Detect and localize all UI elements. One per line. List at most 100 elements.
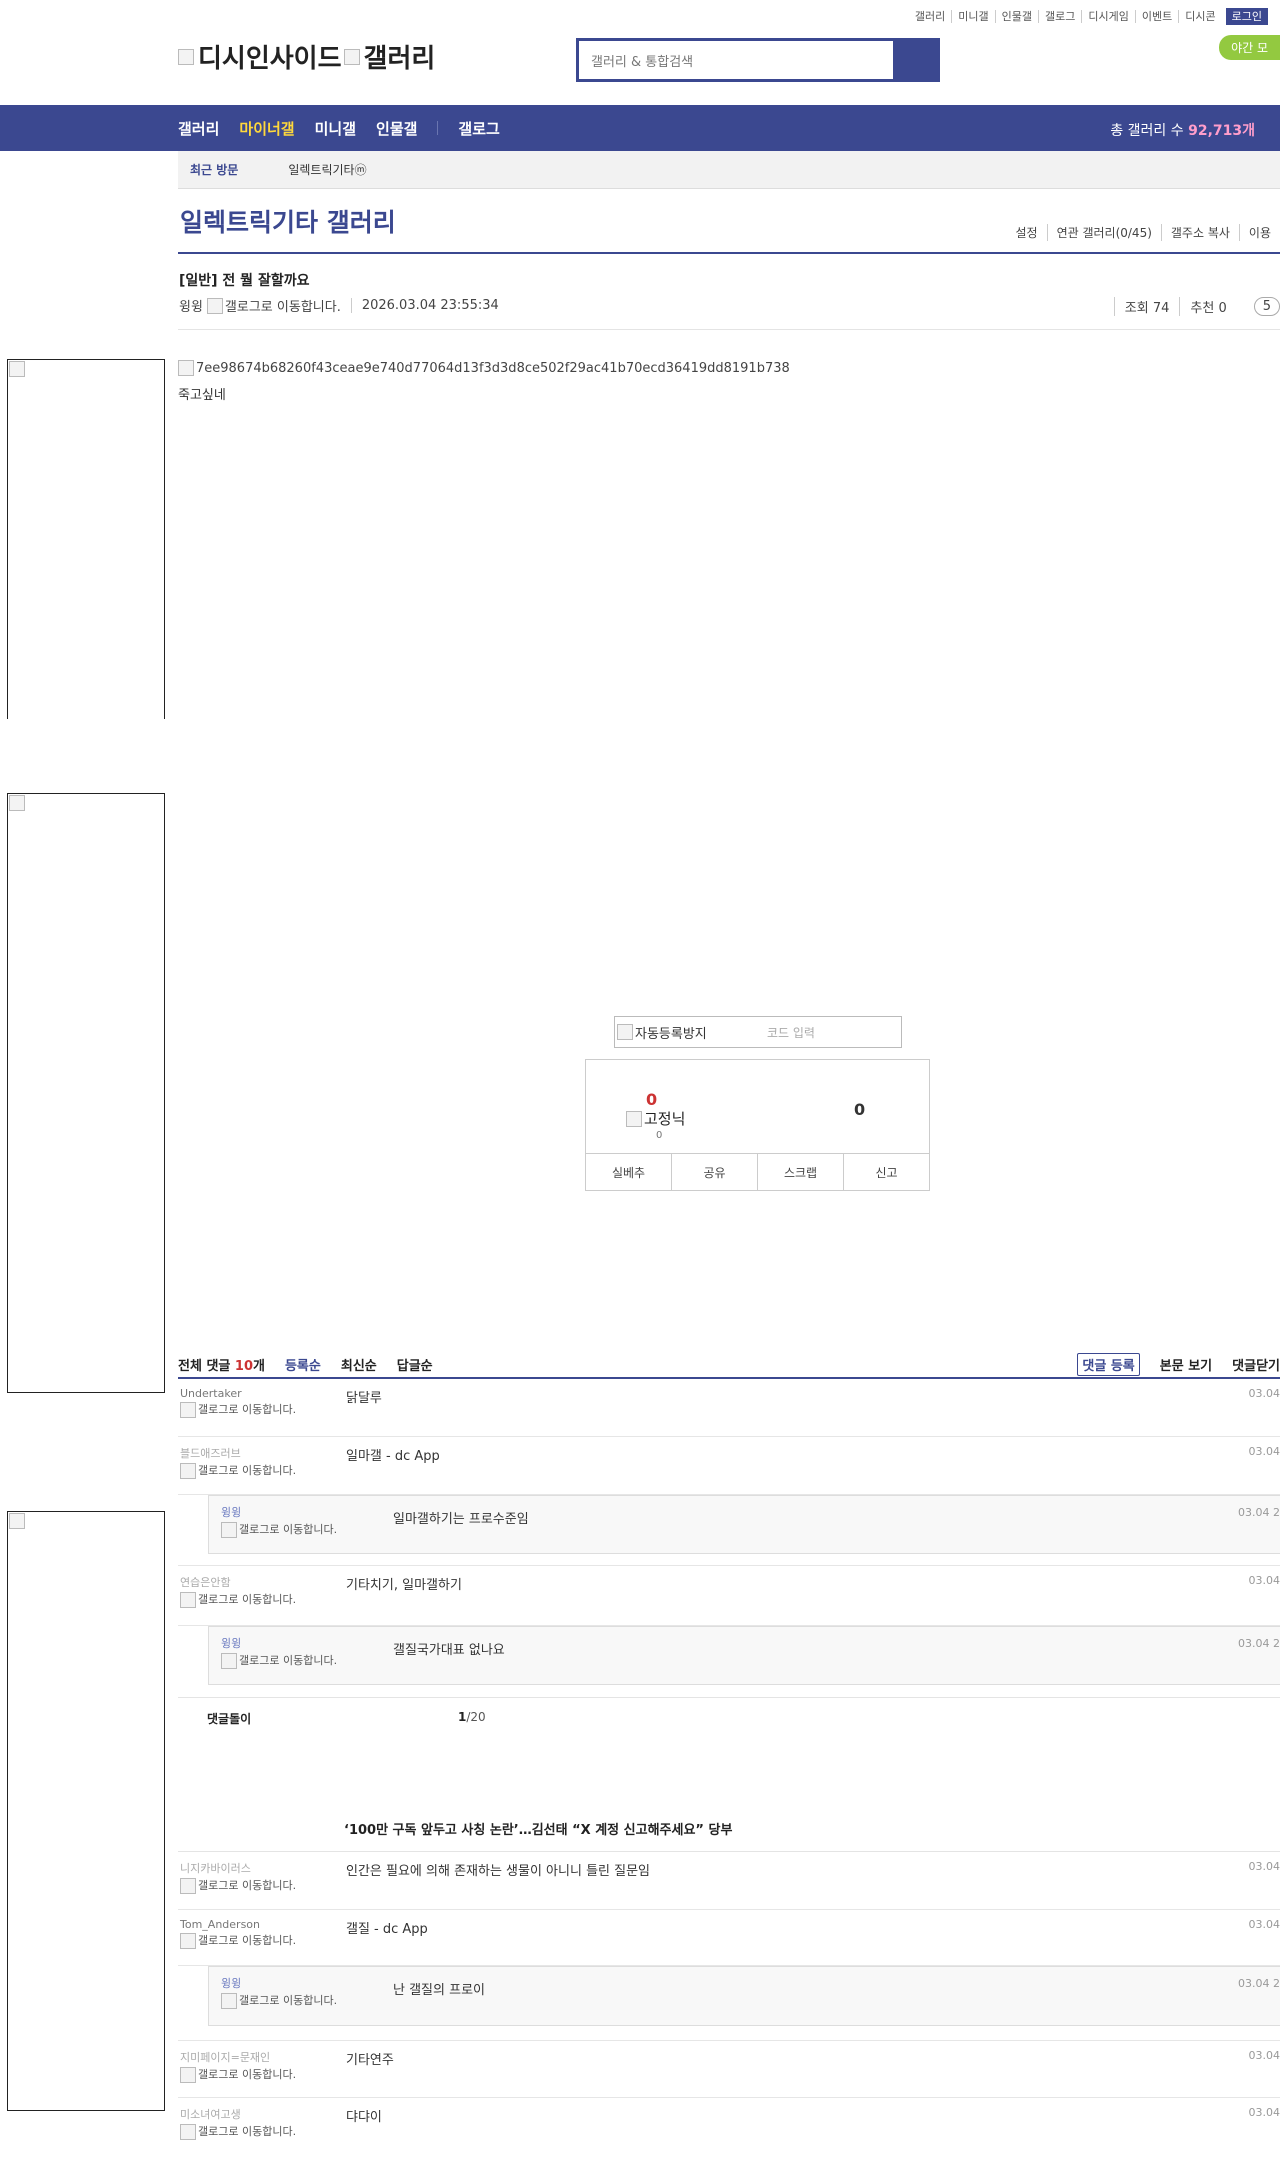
comment-count-pill[interactable]: 5 (1253, 297, 1280, 316)
reply-nick-text[interactable]: 윙윙 (221, 1637, 241, 1650)
reply-nick[interactable]: 윙윙갤로그로 이동합니다. (221, 1635, 337, 1669)
share-button[interactable]: 공유 (671, 1154, 757, 1190)
night-mode-toggle[interactable]: 야간 모 (1219, 35, 1280, 60)
post-body: 죽고싶네 (178, 388, 226, 403)
top-nav-persongal[interactable]: 인물갤 (994, 10, 1039, 23)
broken-image-icon (9, 361, 25, 377)
post-meta: 윙윙 갤로그로 이동합니다. 2026.03.04 23:55:34 (179, 296, 499, 315)
gallog-badge[interactable]: 갤로그로 이동합니다. (180, 1933, 296, 1949)
gallog-badge-text: 갤로그로 이동합니다. (239, 1523, 338, 1536)
gallog-badge[interactable]: 갤로그로 이동합니다. (180, 1463, 296, 1479)
downvote-count[interactable]: 0 (854, 1100, 865, 1119)
side-ad-2[interactable] (7, 793, 165, 1393)
comment-nick-text[interactable]: 연습은안함 (180, 1576, 231, 1589)
gnb-gallog[interactable]: 갤로그 (458, 118, 499, 139)
gnb-minor-gallery[interactable]: 마이너갤 (239, 118, 294, 139)
broken-image-icon (617, 1024, 633, 1040)
comment-total-unit: 개 (253, 1358, 265, 1374)
fixed-nick-upvote[interactable]: 고정닉 (626, 1108, 685, 1129)
report-button[interactable]: 신고 (843, 1154, 929, 1190)
comment-item: 지미페이지=문재인 갤로그로 이동합니다. 기타연주 03.04 (178, 2040, 1280, 2098)
comment-nick[interactable]: 지미페이지=문재인갤로그로 이동합니다. (180, 2049, 296, 2083)
comment-nick[interactable]: 니지카바이러스갤로그로 이동합니다. (180, 1860, 296, 1894)
gallog-badge[interactable]: 갤로그로 이동합니다. (225, 296, 341, 315)
captcha-input[interactable]: 코드 입력 (767, 1024, 815, 1041)
broken-image-icon (180, 2067, 196, 2083)
comment-paging: 1/20 (458, 1710, 486, 1724)
top-nav-dccon[interactable]: 디시콘 (1178, 10, 1222, 23)
side-ad-3[interactable] (7, 1511, 165, 2111)
top-nav-event[interactable]: 이벤트 (1134, 10, 1179, 23)
top-nav-minigal[interactable]: 미니갤 (951, 10, 995, 23)
side-ad-1[interactable] (7, 359, 165, 719)
gallog-badge[interactable]: 갤로그로 이동합니다. (180, 2124, 296, 2140)
comment-register-button[interactable]: 댓글 등록 (1077, 1352, 1140, 1376)
comments-header: 전체 댓글 10개 등록순 최신순 답글순 댓글 등록 본문 보기 댓글닫기 (178, 1350, 1280, 1378)
broken-image-icon (180, 1592, 196, 1608)
comment-nick[interactable]: 미소녀여고생갤로그로 이동합니다. (180, 2106, 296, 2140)
usage-link[interactable]: 이용 (1238, 224, 1280, 241)
gallog-badge[interactable]: 갤로그로 이동합니다. (180, 1592, 296, 1608)
recent-visit-bar: 최근 방문 일렉트릭기타ⓜ (178, 151, 1280, 189)
comment-nick[interactable]: Undertaker 갤로그로 이동합니다. (180, 1387, 296, 1418)
close-comments-button[interactable]: 댓글닫기 (1232, 1355, 1280, 1374)
gallog-badge-text: 갤로그로 이동합니다. (198, 1879, 297, 1892)
gallery-count: 총 갤러리 수 92,713개 (1110, 120, 1255, 140)
comment-nick-text[interactable]: Undertaker (180, 1387, 242, 1400)
reply-nick-text[interactable]: 윙윙 (221, 1506, 241, 1519)
view-body-button[interactable]: 본문 보기 (1160, 1355, 1212, 1374)
top-nav-dcgame[interactable]: 디시게임 (1081, 10, 1135, 23)
reply-nick[interactable]: 윙윙갤로그로 이동합니다. (221, 1975, 337, 2009)
gallery-count-label: 총 갤러리 수 (1110, 123, 1189, 139)
sort-replies[interactable]: 답글순 (397, 1355, 433, 1374)
post-author[interactable]: 윙윙 (179, 296, 203, 315)
gallog-badge[interactable]: 갤로그로 이동합니다. (221, 1522, 337, 1538)
gallog-badge-text: 갤로그로 이동합니다. (198, 2125, 297, 2138)
gallog-badge[interactable]: 갤로그로 이동합니다. (221, 1653, 337, 1669)
comment-nick-text[interactable]: 지미페이지=문재인 (180, 2051, 270, 2064)
reply-nick[interactable]: 윙윙갤로그로 이동합니다. (221, 1504, 337, 1538)
upvote-count[interactable]: 0 (646, 1090, 657, 1109)
comment-date: 03.04 (1248, 1860, 1280, 1873)
comment-nick-text[interactable]: 미소녀여고생 (180, 2108, 241, 2121)
gallery-title[interactable]: 일렉트릭기타 갤러리 (180, 203, 396, 239)
search-button[interactable] (893, 41, 937, 79)
comment-date: 03.04 (1248, 1918, 1280, 1931)
news-headline[interactable]: ‘100만 구독 앞두고 사칭 논란’…김선태 “X 계정 신고해주세요” 당부 (344, 1819, 732, 1838)
comment-nick[interactable]: 블드애즈러브갤로그로 이동합니다. (180, 1445, 296, 1479)
sort-registered[interactable]: 등록순 (285, 1355, 321, 1374)
top-nav-gallery[interactable]: 갤러리 (909, 10, 951, 23)
search-input[interactable]: 갤러리 & 통합검색 (579, 41, 893, 79)
captcha-box: 자동등록방지 코드 입력 (614, 1016, 902, 1048)
reply-text: 갤질국가대표 없나요 (393, 1643, 505, 1658)
broken-image-icon (178, 48, 194, 65)
broken-image-icon (343, 48, 360, 65)
post-header-divider (178, 329, 1280, 330)
gallog-badge[interactable]: 갤로그로 이동합니다. (180, 2067, 296, 2083)
gallog-badge[interactable]: 갤로그로 이동합니다. (180, 1402, 296, 1418)
related-gallery-link[interactable]: 연관 갤러리(0/45) (1046, 224, 1161, 241)
comment-nick[interactable]: Tom_Anderson 갤로그로 이동합니다. (180, 1918, 296, 1949)
gallog-badge[interactable]: 갤로그로 이동합니다. (221, 1993, 337, 2009)
sort-latest[interactable]: 최신순 (341, 1355, 377, 1374)
top-nav-gallog[interactable]: 갤로그 (1038, 10, 1082, 23)
reply-nick-text[interactable]: 윙윙 (221, 1977, 241, 1990)
comment-nick-text[interactable]: 니지카바이러스 (180, 1862, 251, 1875)
gnb-mini-gallery[interactable]: 미니갤 (315, 118, 356, 139)
comment-nick-text[interactable]: Tom_Anderson (180, 1918, 260, 1931)
comment-nick[interactable]: 연습은안함갤로그로 이동합니다. (180, 1574, 296, 1608)
login-button[interactable]: 로그인 (1225, 8, 1268, 25)
gnb-gallery[interactable]: 갤러리 (178, 118, 219, 139)
scrap-button[interactable]: 스크랩 (757, 1154, 843, 1190)
comment-text: 기타연주 (346, 2053, 394, 2068)
settings-link[interactable]: 설정 (1006, 224, 1046, 241)
recent-visit-item[interactable]: 일렉트릭기타ⓜ (288, 161, 366, 178)
best-recommend-button[interactable]: 실베추 (586, 1154, 671, 1190)
gnb-person-gallery[interactable]: 인물갤 (376, 118, 417, 139)
gallog-badge[interactable]: 갤로그로 이동합니다. (180, 1878, 296, 1894)
site-logo[interactable]: 디시인사이드 갤러리 (178, 38, 435, 75)
comment-total-label: 전체 댓글 (178, 1358, 235, 1374)
comment-nick-text[interactable]: 블드애즈러브 (180, 1447, 241, 1460)
copy-address-link[interactable]: 갤주소 복사 (1160, 224, 1239, 241)
recent-visit-label[interactable]: 최근 방문 (190, 161, 238, 178)
